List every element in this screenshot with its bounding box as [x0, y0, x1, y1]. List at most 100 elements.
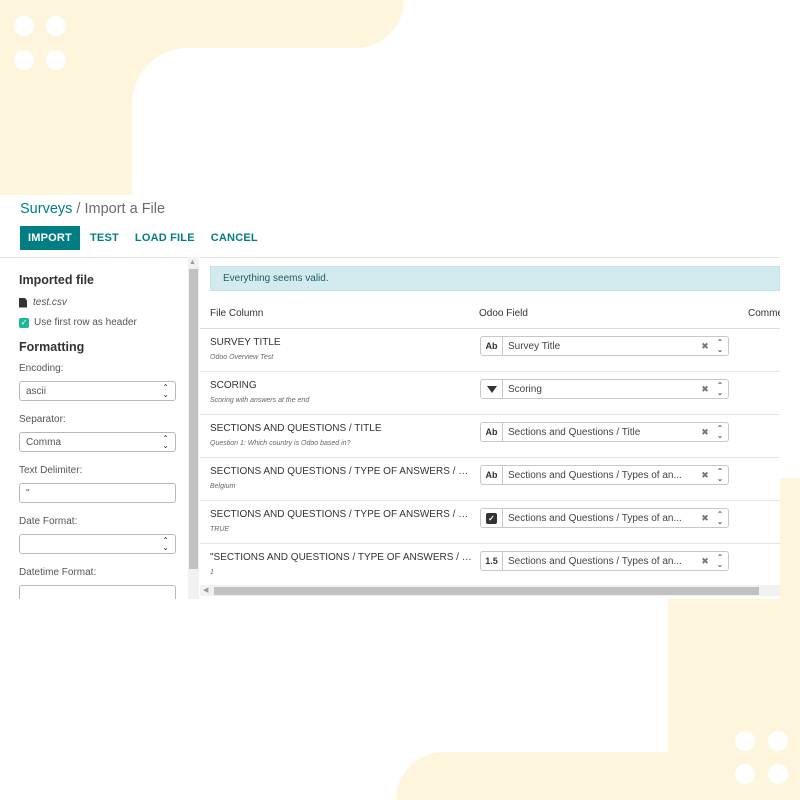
- datetime-format-select[interactable]: [19, 585, 176, 599]
- odoo-field-select[interactable]: Ab Sections and Questions / Title ✖ ⌃ ⌄: [480, 422, 729, 442]
- file-column-name: SURVEY TITLE: [210, 337, 281, 348]
- mapping-panel: Everything seems valid. File Column Odoo…: [200, 257, 780, 599]
- checkmark-icon[interactable]: ✓: [19, 317, 29, 328]
- decor-dot: [14, 16, 34, 36]
- breadcrumb-surveys-link[interactable]: Surveys: [20, 201, 72, 217]
- datetime-format-label: Datetime Format:: [19, 567, 97, 578]
- decor-dot: [768, 731, 788, 751]
- table-row: SURVEY TITLE Odoo Overview Test Ab Surve…: [200, 329, 780, 372]
- table-row: SECTIONS AND QUESTIONS / TITLE Question …: [200, 415, 780, 458]
- separator-value: Comma: [26, 436, 62, 448]
- float-type-icon: 1.5: [481, 552, 503, 570]
- text-delimiter-label: Text Delimiter:: [19, 465, 83, 476]
- triangle-down-icon: [481, 380, 503, 398]
- file-column-name: SECTIONS AND QUESTIONS / TYPE OF ANSWERS…: [210, 466, 472, 477]
- decor-dot: [46, 16, 66, 36]
- file-column-name: "SECTIONS AND QUESTIONS / TYPE OF ANSWER…: [210, 552, 472, 563]
- decor-dot: [46, 50, 66, 70]
- file-column-name: SECTIONS AND QUESTIONS / TITLE: [210, 423, 382, 434]
- decor-dot: [768, 764, 788, 784]
- date-format-label: Date Format:: [19, 516, 78, 527]
- clear-icon[interactable]: ✖: [698, 427, 712, 438]
- clear-icon[interactable]: ✖: [698, 470, 712, 481]
- first-row-header-option[interactable]: ✓ Use first row as header: [19, 317, 179, 328]
- select-arrows-icon: ⌃ ⌄: [716, 467, 724, 483]
- first-row-header-label: Use first row as header: [34, 317, 137, 328]
- odoo-field-select[interactable]: Ab Survey Title ✖ ⌃ ⌄: [480, 336, 729, 356]
- odoo-field-select[interactable]: Ab Sections and Questions / Types of an.…: [480, 465, 729, 485]
- select-arrows-icon: ⌃ ⌄: [716, 553, 724, 569]
- column-header-comments: Comme: [748, 308, 780, 319]
- file-column-sample: Question 1: Which country is Odoo based …: [210, 440, 351, 447]
- odoo-field-select[interactable]: 1.5 Sections and Questions / Types of an…: [480, 551, 729, 571]
- odoo-field-value: Scoring: [508, 383, 542, 395]
- breadcrumb-separator: /: [72, 201, 85, 217]
- scrollbar-thumb[interactable]: [189, 269, 198, 569]
- odoo-field-value: Sections and Questions / Types of an...: [508, 512, 682, 524]
- imported-file-title: Imported file: [19, 273, 95, 287]
- load-file-button[interactable]: LOAD FILE: [127, 226, 203, 250]
- file-column-sample: 1: [210, 569, 214, 576]
- file-column-sample: Odoo Overview Test: [210, 354, 274, 361]
- options-sidebar: Imported file test.csv ✓ Use first row a…: [0, 257, 188, 599]
- scroll-up-icon[interactable]: ▲: [189, 259, 196, 266]
- separator-select[interactable]: Comma ⌃ ⌄: [19, 432, 176, 452]
- encoding-select[interactable]: ascii ⌃ ⌄: [19, 381, 176, 401]
- decor-dot: [735, 731, 755, 751]
- clear-icon[interactable]: ✖: [698, 384, 712, 395]
- clear-icon[interactable]: ✖: [698, 513, 712, 524]
- file-icon: [19, 297, 27, 308]
- odoo-field-value: Survey Title: [508, 340, 561, 352]
- clear-icon[interactable]: ✖: [698, 556, 712, 567]
- import-button[interactable]: IMPORT: [20, 226, 80, 250]
- horizontal-scrollbar[interactable]: ◀: [200, 585, 780, 596]
- test-button[interactable]: TEST: [82, 226, 127, 250]
- cancel-button[interactable]: CANCEL: [203, 226, 266, 250]
- column-header-odoo-field: Odoo Field: [479, 308, 528, 319]
- table-row: "SECTIONS AND QUESTIONS / TYPE OF ANSWER…: [200, 544, 780, 587]
- table-row: SECTIONS AND QUESTIONS / TYPE OF ANSWERS…: [200, 458, 780, 501]
- file-name-row: test.csv: [19, 297, 179, 308]
- encoding-value: ascii: [26, 385, 47, 397]
- page: Surveys / Import a File IMPORT TEST LOAD…: [0, 0, 800, 800]
- toolbar: IMPORT TEST LOAD FILE CANCEL: [20, 226, 266, 250]
- file-column-sample: Belgium: [210, 483, 236, 490]
- file-column-name: SECTIONS AND QUESTIONS / TYPE OF ANSWERS…: [210, 509, 472, 520]
- checkbox-icon: ✓: [481, 509, 503, 527]
- decor-dot: [14, 50, 34, 70]
- scrollbar-thumb[interactable]: [214, 587, 759, 595]
- odoo-field-select[interactable]: ✓ Sections and Questions / Types of an..…: [480, 508, 729, 528]
- odoo-field-select[interactable]: Scoring ✖ ⌃ ⌄: [480, 379, 729, 399]
- column-header-file-column: File Column: [210, 308, 264, 319]
- file-name: test.csv: [33, 297, 67, 308]
- table-header: File Column Odoo Field Comme: [200, 297, 780, 329]
- select-arrows-icon: ⌃ ⌄: [716, 424, 724, 440]
- sidebar-scrollbar[interactable]: ▲: [188, 257, 199, 599]
- text-delimiter-input[interactable]: ": [19, 483, 176, 503]
- select-arrows-icon: ⌃ ⌄: [162, 536, 169, 552]
- scroll-left-icon[interactable]: ◀: [203, 586, 208, 594]
- select-arrows-icon: ⌃ ⌄: [716, 510, 724, 526]
- decor-dot: [735, 764, 755, 784]
- table-row: SCORING Scoring with answers at the end …: [200, 372, 780, 415]
- decor-curve: [132, 48, 192, 108]
- date-format-select[interactable]: ⌃ ⌄: [19, 534, 176, 554]
- text-delimiter-value: ": [26, 487, 30, 499]
- clear-icon[interactable]: ✖: [698, 341, 712, 352]
- formatting-title: Formatting: [19, 340, 85, 354]
- encoding-label: Encoding:: [19, 363, 64, 374]
- file-column-name: SCORING: [210, 380, 257, 391]
- file-column-sample: Scoring with answers at the end: [210, 397, 310, 404]
- validation-alert: Everything seems valid.: [210, 266, 780, 291]
- separator-label: Separator:: [19, 414, 66, 425]
- select-arrows-icon: ⌃ ⌄: [162, 434, 169, 450]
- odoo-field-value: Sections and Questions / Types of an...: [508, 469, 682, 481]
- text-type-icon: Ab: [481, 337, 503, 355]
- import-window: Surveys / Import a File IMPORT TEST LOAD…: [0, 195, 780, 599]
- file-column-sample: TRUE: [210, 526, 230, 533]
- select-arrows-icon: ⌃ ⌄: [716, 381, 724, 397]
- breadcrumb: Surveys / Import a File: [20, 201, 165, 217]
- odoo-field-value: Sections and Questions / Types of an...: [508, 555, 682, 567]
- field-mapping-table: File Column Odoo Field Comme SURVEY TITL…: [200, 297, 780, 587]
- text-type-icon: Ab: [481, 466, 503, 484]
